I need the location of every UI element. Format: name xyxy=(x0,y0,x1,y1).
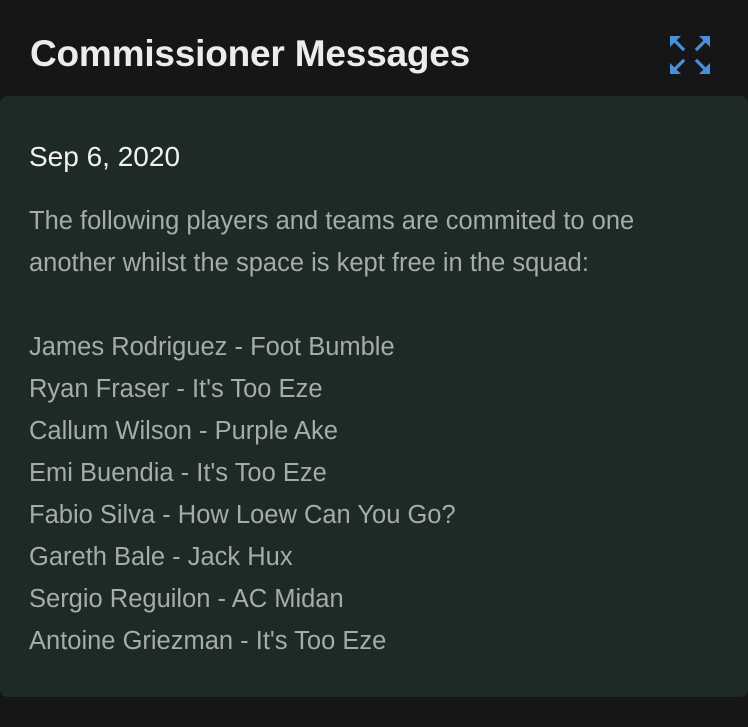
commitment-item: Gareth Bale - Jack Hux xyxy=(29,543,293,571)
commitment-list: James Rodriguez - Foot Bumble Ryan Frase… xyxy=(29,326,456,662)
commitment-item: James Rodriguez - Foot Bumble xyxy=(29,333,395,361)
message-body: The following players and teams are comm… xyxy=(29,200,729,655)
commitment-item: Callum Wilson - Purple Ake xyxy=(29,417,338,445)
commitment-item: Ryan Fraser - It's Too Eze xyxy=(29,375,323,403)
message-intro: The following players and teams are comm… xyxy=(29,200,729,284)
message-date: Sep 6, 2020 xyxy=(29,141,181,172)
widget-header: Commissioner Messages xyxy=(0,0,748,96)
commitment-item: Emi Buendia - It's Too Eze xyxy=(29,459,327,487)
expand-button[interactable] xyxy=(668,34,712,76)
commitment-item: Sergio Reguilon - AC Midan xyxy=(29,585,344,613)
commitment-item: Antoine Griezman - It's Too Eze xyxy=(29,627,387,655)
message-intro-line: another whilst the space is kept free in… xyxy=(29,249,589,277)
widget-title: Commissioner Messages xyxy=(30,33,470,74)
message-intro-line: The following players and teams are comm… xyxy=(29,207,635,235)
expand-arrows-icon xyxy=(670,36,710,74)
commitment-item: Fabio Silva - How Loew Can You Go? xyxy=(29,501,456,529)
